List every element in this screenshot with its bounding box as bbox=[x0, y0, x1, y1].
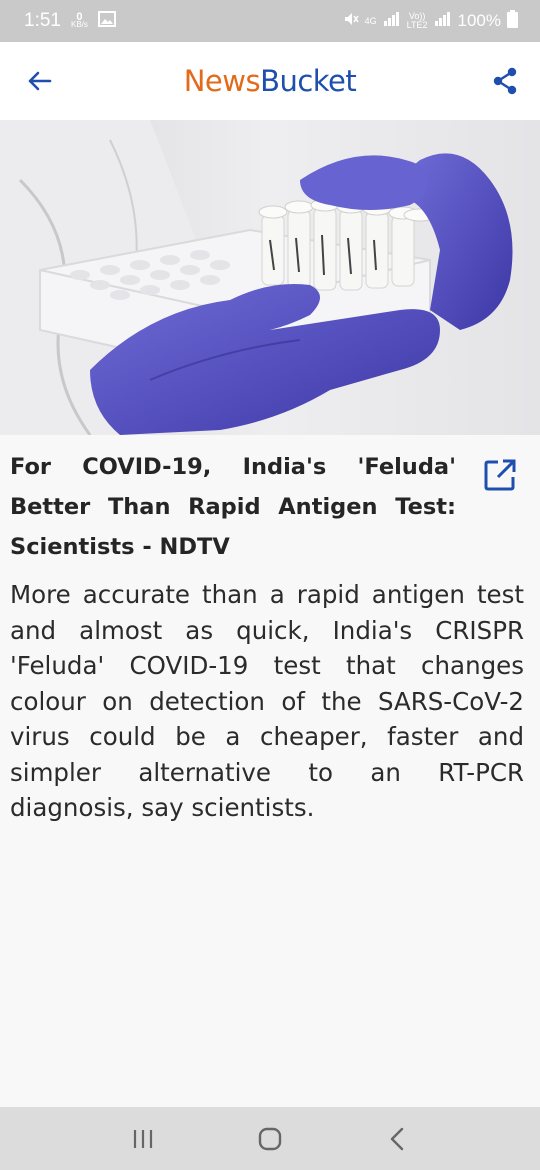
mute-icon bbox=[343, 11, 359, 32]
signal-icon bbox=[383, 11, 401, 31]
data-rate-unit: KB/s bbox=[70, 20, 88, 29]
status-time: 1:51 bbox=[24, 10, 61, 31]
article-headline[interactable]: For COVID-19, India's 'Feluda' Better Th… bbox=[10, 447, 526, 567]
app-logo: NewsBucket bbox=[184, 64, 357, 98]
article-image bbox=[0, 120, 540, 435]
article-summary: More accurate than a rapid antigen test … bbox=[10, 580, 524, 822]
status-bar: 1:51 0 KB/s 4G Vo)) LTE2 100% bbox=[0, 0, 540, 42]
battery-percent: 100% bbox=[457, 11, 501, 30]
back-arrow-icon bbox=[28, 71, 52, 91]
open-article-button[interactable] bbox=[482, 457, 518, 493]
data-rate: 0 KB/s bbox=[70, 12, 88, 29]
lte-label: LTE2 bbox=[406, 20, 428, 30]
lab-test-tubes-image bbox=[0, 120, 540, 435]
recent-apps-icon bbox=[134, 1129, 153, 1148]
network-type: 4G bbox=[364, 15, 377, 26]
open-in-new-icon bbox=[484, 459, 516, 491]
logo-part-bucket: Bucket bbox=[260, 64, 357, 98]
logo-part-news: News bbox=[183, 64, 261, 98]
battery-icon bbox=[507, 9, 518, 33]
share-icon bbox=[493, 67, 517, 95]
share-button[interactable] bbox=[488, 64, 522, 98]
recent-apps-button[interactable] bbox=[113, 1119, 173, 1159]
volte-indicator: Vo)) LTE2 bbox=[407, 12, 428, 30]
system-nav-bar bbox=[0, 1107, 540, 1170]
article-content: For COVID-19, India's 'Feluda' Better Th… bbox=[0, 435, 540, 826]
back-button[interactable] bbox=[22, 64, 56, 98]
home-button[interactable] bbox=[240, 1119, 300, 1159]
home-icon bbox=[258, 1127, 282, 1150]
gallery-icon bbox=[97, 10, 116, 32]
back-icon bbox=[390, 1127, 403, 1150]
app-bar: NewsBucket bbox=[0, 42, 540, 120]
signal-icon bbox=[434, 11, 452, 31]
nav-back-button[interactable] bbox=[367, 1119, 427, 1159]
